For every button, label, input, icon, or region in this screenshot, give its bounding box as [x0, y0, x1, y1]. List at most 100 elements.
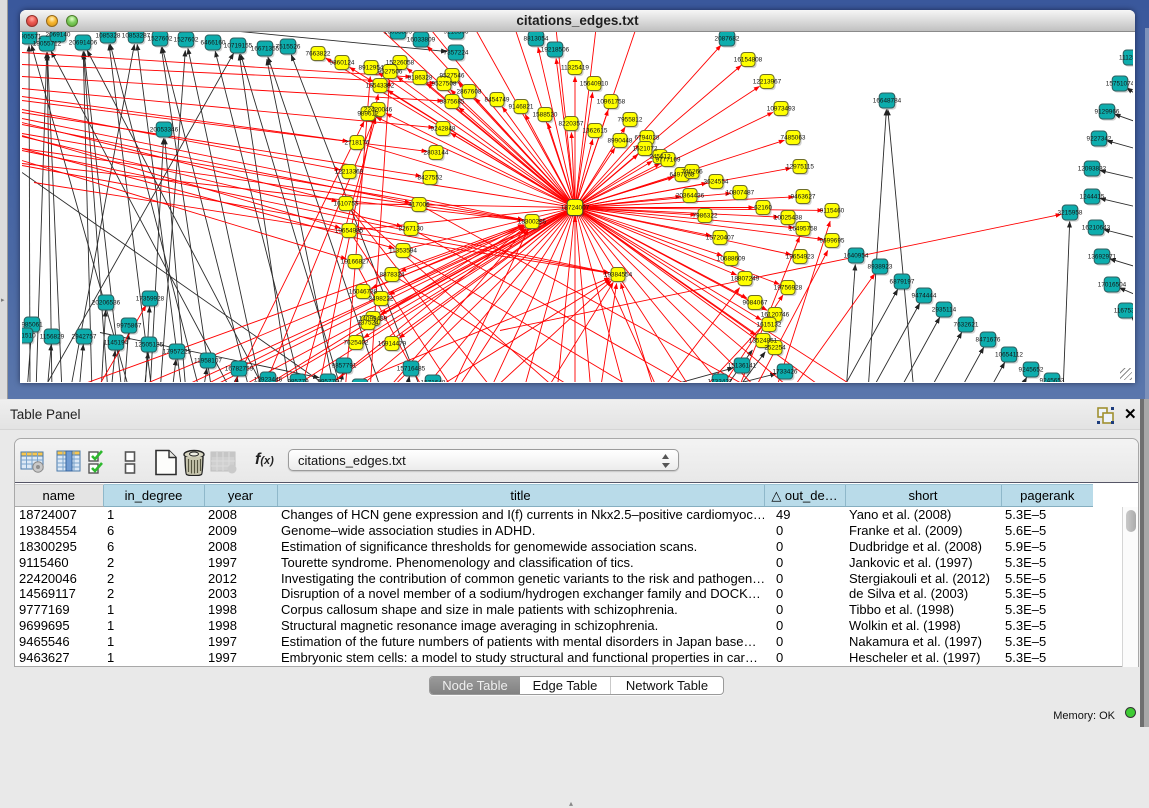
svg-text:20206536: 20206536 [92, 299, 121, 306]
svg-text:15751074: 15751074 [1106, 80, 1133, 87]
svg-text:9527506: 9527506 [378, 68, 403, 75]
svg-text:9227342: 9227342 [1087, 135, 1112, 142]
svg-text:9463627: 9463627 [791, 193, 816, 200]
svg-text:16120746: 16120746 [761, 311, 790, 318]
svg-text:19384554: 19384554 [604, 271, 633, 278]
svg-text:18724007: 18724007 [561, 204, 590, 211]
svg-text:8938923: 8938923 [868, 263, 893, 270]
svg-text:15720407: 15720407 [706, 234, 735, 241]
svg-text:16033809: 16033809 [407, 36, 436, 43]
svg-text:19218506: 19218506 [541, 46, 570, 53]
svg-text:9245653: 9245653 [1040, 377, 1065, 382]
svg-text:985061: 985061 [22, 321, 43, 328]
svg-text:1571648: 1571648 [421, 379, 446, 382]
svg-text:991510: 991510 [22, 332, 36, 339]
svg-text:10654112: 10654112 [995, 351, 1023, 358]
svg-text:252254: 252254 [764, 344, 786, 351]
svg-text:1640954: 1640954 [844, 252, 869, 259]
svg-text:2087682: 2087682 [715, 35, 740, 42]
svg-text:15716485: 15716485 [397, 365, 426, 372]
svg-text:8186328: 8186328 [408, 74, 433, 81]
svg-text:995779: 995779 [317, 378, 339, 382]
svg-text:7955812: 7955812 [618, 116, 643, 123]
svg-text:989612: 989612 [357, 110, 379, 117]
svg-text:17359928: 17359928 [136, 295, 165, 302]
svg-text:1085328: 1085328 [96, 32, 121, 39]
svg-text:18807249: 18807249 [731, 275, 760, 282]
svg-text:16648784: 16648784 [873, 97, 902, 104]
svg-text:1527602: 1527602 [174, 36, 199, 43]
svg-text:3498222: 3498222 [369, 295, 394, 302]
svg-text:9129966: 9129966 [1095, 108, 1120, 115]
svg-text:8220357: 8220357 [559, 120, 584, 127]
svg-text:12975115: 12975115 [786, 163, 814, 170]
svg-text:10973493: 10973493 [767, 105, 796, 112]
svg-text:16033809: 16033809 [384, 32, 413, 36]
svg-text:13524851: 13524851 [749, 337, 778, 344]
svg-text:7986322: 7986322 [693, 212, 718, 219]
svg-text:9245652: 9245652 [1019, 366, 1044, 373]
svg-text:2718176: 2718176 [345, 139, 370, 146]
svg-text:7663822: 7663822 [306, 50, 331, 57]
svg-text:1244415: 1244415 [1080, 193, 1105, 200]
svg-text:1610755: 1610755 [334, 200, 359, 207]
svg-text:18300295: 18300295 [518, 218, 547, 225]
svg-text:16543382: 16543382 [366, 82, 395, 89]
svg-text:1156829: 1156829 [40, 333, 65, 340]
svg-text:12093832: 12093832 [1078, 165, 1107, 172]
svg-text:12213369: 12213369 [335, 168, 364, 175]
svg-text:7485063: 7485063 [781, 134, 806, 141]
svg-text:2935114: 2935114 [932, 306, 957, 313]
svg-text:16495758: 16495758 [789, 225, 818, 232]
svg-text:19756928: 19756928 [774, 284, 803, 291]
svg-text:1145194: 1145194 [104, 339, 129, 346]
svg-text:985779: 985779 [287, 378, 309, 382]
svg-text:9474444: 9474444 [912, 292, 937, 299]
svg-text:16782759: 16782759 [225, 365, 254, 372]
svg-text:19055712: 19055712 [33, 40, 62, 47]
svg-text:9146821: 9146821 [509, 103, 534, 110]
svg-text:17016504: 17016504 [1098, 281, 1127, 288]
svg-text:15640910: 15640910 [580, 80, 609, 87]
svg-text:62160: 62160 [754, 204, 772, 211]
svg-text:10688609: 10688609 [717, 255, 746, 262]
svg-text:9218506: 9218506 [444, 32, 469, 36]
svg-text:2069140: 2069140 [46, 32, 71, 39]
svg-text:417006: 417006 [408, 201, 430, 208]
svg-text:1615132: 1615132 [757, 321, 782, 328]
svg-text:137524: 137524 [357, 319, 379, 326]
svg-text:8454749: 8454749 [485, 96, 510, 103]
svg-text:8471676: 8471676 [976, 336, 1001, 343]
svg-text:10961758: 10961758 [597, 98, 626, 105]
svg-text:9242848: 9242848 [431, 125, 456, 132]
svg-text:13692971: 13692971 [1088, 253, 1117, 260]
svg-text:1112849: 1112849 [1119, 54, 1133, 61]
svg-text:16046738: 16046738 [349, 288, 378, 295]
svg-text:8427552: 8427552 [418, 174, 443, 181]
svg-text:9527508: 9527508 [432, 80, 457, 87]
svg-text:8813054: 8813054 [524, 35, 549, 42]
svg-text:20364436: 20364436 [676, 192, 705, 199]
svg-text:16154808: 16154808 [734, 56, 763, 63]
svg-text:3215958: 3215958 [1058, 209, 1083, 216]
svg-text:15136141: 15136141 [728, 362, 757, 369]
svg-text:9084067: 9084067 [743, 299, 768, 306]
svg-text:1362615: 1362615 [583, 127, 608, 134]
svg-text:9699695: 9699695 [820, 237, 845, 244]
svg-text:746266: 746266 [681, 168, 703, 175]
svg-text:10719155: 10719155 [224, 42, 253, 49]
svg-text:3624554: 3624554 [704, 178, 729, 185]
svg-text:9857791: 9857791 [332, 362, 357, 369]
svg-text:10807487: 10807487 [726, 189, 755, 196]
svg-text:7515526: 7515526 [276, 43, 301, 50]
svg-text:11958107: 11958107 [194, 357, 222, 364]
svg-text:2867608: 2867608 [457, 88, 482, 95]
svg-text:7632621: 7632621 [954, 321, 979, 328]
svg-text:6466160: 6466160 [201, 39, 226, 46]
svg-text:9975867: 9975867 [117, 322, 142, 329]
svg-text:3875685: 3875685 [440, 98, 465, 105]
svg-text:20053346: 20053346 [150, 126, 179, 133]
svg-text:9777169: 9777169 [656, 156, 681, 163]
svg-text:1527602: 1527602 [148, 35, 173, 42]
svg-text:8267130: 8267130 [399, 225, 424, 232]
